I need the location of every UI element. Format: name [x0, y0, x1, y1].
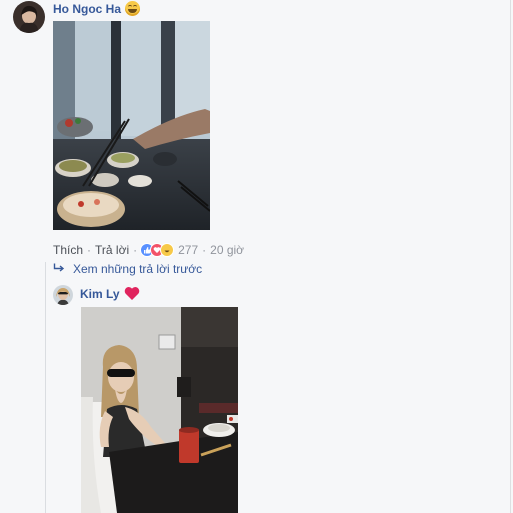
like-link[interactable]: Thích — [53, 243, 83, 257]
view-previous-replies-label[interactable]: Xem những trả lời trước — [73, 262, 202, 276]
reactions-summary[interactable] — [140, 243, 175, 257]
grinning-squinting-face-icon — [125, 1, 140, 16]
avatar[interactable] — [13, 1, 45, 33]
reaction-count[interactable]: 277 — [178, 243, 198, 257]
comment-photo[interactable] — [53, 21, 210, 230]
reply-photo[interactable] — [81, 307, 238, 513]
comment-timestamp[interactable]: 20 giờ — [210, 243, 244, 257]
reply-arrow-icon — [53, 262, 65, 276]
comment-thread: Ho Ngoc Ha Thích · Trả lời · 277 · 20 gi… — [0, 0, 511, 513]
reply-thread-line — [45, 262, 46, 513]
avatar[interactable] — [53, 285, 73, 305]
reply-link[interactable]: Trả lời — [95, 243, 129, 257]
reply-author-name[interactable]: Kim Ly — [80, 287, 120, 301]
comment-actions: Thích · Trả lời · 277 · 20 giờ — [53, 242, 244, 258]
separator-dot: · — [202, 243, 207, 257]
comment-author-name[interactable]: Ho Ngoc Ha — [53, 2, 121, 16]
separator-dot: · — [87, 243, 92, 257]
separator-dot: · — [133, 243, 138, 257]
red-heart-icon — [124, 286, 140, 304]
haha-reaction-icon — [160, 243, 175, 257]
view-previous-replies[interactable]: Xem những trả lời trước — [53, 262, 202, 276]
